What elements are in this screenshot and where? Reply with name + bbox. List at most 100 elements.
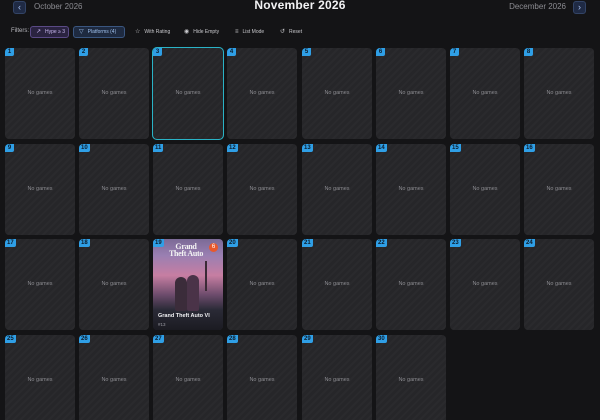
day-cell[interactable]: No games 26 xyxy=(79,335,149,420)
filters-label: Filters: xyxy=(11,28,29,34)
day-number: 5 xyxy=(302,48,311,56)
day-cell[interactable]: No games 12 xyxy=(227,144,297,235)
no-games-label: No games xyxy=(546,281,572,287)
day-cell[interactable]: No games 20 xyxy=(227,239,297,330)
palm-tree xyxy=(205,261,207,291)
next-month-label[interactable]: December 2026 xyxy=(509,2,566,11)
next-month-button[interactable]: › xyxy=(573,1,586,14)
no-games-label: No games xyxy=(398,281,424,287)
day-cell[interactable]: No games 23 xyxy=(450,239,520,330)
trend-icon: ↗ xyxy=(36,29,42,35)
day-cell[interactable]: No games 5 xyxy=(302,48,372,139)
day-cell[interactable]: No games 8 xyxy=(524,48,594,139)
no-games-label: No games xyxy=(324,90,350,96)
no-games-label: No games xyxy=(249,281,275,287)
hype-filter-chip[interactable]: ↗ Hype ≥ 3 xyxy=(30,26,69,38)
filter-bar: Filters: ↗ Hype ≥ 3 ▽ Platforms (4) ☆ Wi… xyxy=(0,26,600,38)
no-games-label: No games xyxy=(249,186,275,192)
day-cell[interactable]: No games 10 xyxy=(79,144,149,235)
chip-label: Hype ≥ 3 xyxy=(45,29,66,35)
no-games-label: No games xyxy=(27,281,53,287)
no-games-label: No games xyxy=(175,377,201,383)
day-cell[interactable]: No games 28 xyxy=(227,335,297,420)
day-number: 11 xyxy=(153,144,164,152)
character-figure xyxy=(187,275,199,311)
day-number: 4 xyxy=(227,48,236,56)
day-cell[interactable]: No games 3 xyxy=(152,47,224,140)
day-cell[interactable]: No games 22 xyxy=(376,239,446,330)
day-cell[interactable]: No games 15 xyxy=(450,144,520,235)
day-number: 6 xyxy=(376,48,385,56)
chip-label: Hide Empty xyxy=(193,29,220,35)
day-cell[interactable]: No games 9 xyxy=(5,144,75,235)
reset-icon: ↺ xyxy=(280,29,286,35)
month-header: ‹ October 2026 November 2026 December 20… xyxy=(0,0,600,18)
day-cell[interactable]: No games 17 xyxy=(5,239,75,330)
day-number: 13 xyxy=(302,144,313,152)
no-games-label: No games xyxy=(324,281,350,287)
with-rating-toggle[interactable]: ☆ With Rating xyxy=(129,26,176,38)
day-cell[interactable]: Grand Theft Auto 6 Grand Theft Auto VI #13 1… xyxy=(153,239,223,330)
hide-empty-toggle[interactable]: ◉ Hide Empty xyxy=(178,26,225,38)
day-number: 14 xyxy=(376,144,387,152)
day-number: 2 xyxy=(79,48,88,56)
chip-label: With Rating xyxy=(144,29,171,35)
day-number: 19 xyxy=(153,239,164,247)
day-cell[interactable]: No games 14 xyxy=(376,144,446,235)
day-cell[interactable]: No games 24 xyxy=(524,239,594,330)
day-number: 7 xyxy=(450,48,459,56)
day-cell[interactable]: No games 16 xyxy=(524,144,594,235)
day-cell[interactable]: No games 7 xyxy=(450,48,520,139)
no-games-label: No games xyxy=(27,90,53,96)
day-cell[interactable]: No games 30 xyxy=(376,335,446,420)
no-games-label: No games xyxy=(398,377,424,383)
day-cell[interactable]: No games 18 xyxy=(79,239,149,330)
no-games-label: No games xyxy=(472,90,498,96)
day-number: 30 xyxy=(376,335,387,343)
day-number: 23 xyxy=(450,239,461,247)
no-games-label: No games xyxy=(101,186,127,192)
day-cell[interactable]: No games 25 xyxy=(5,335,75,420)
day-cell[interactable]: No games 2 xyxy=(79,48,149,139)
no-games-label: No games xyxy=(249,90,275,96)
no-games-label: No games xyxy=(175,186,201,192)
day-number: 20 xyxy=(227,239,238,247)
day-number: 22 xyxy=(376,239,387,247)
day-number: 25 xyxy=(5,335,16,343)
day-number: 12 xyxy=(227,144,238,152)
no-games-label: No games xyxy=(324,377,350,383)
day-number: 18 xyxy=(79,239,90,247)
day-cell[interactable]: No games 1 xyxy=(5,48,75,139)
no-games-label: No games xyxy=(546,186,572,192)
no-games-label: No games xyxy=(27,377,53,383)
character-figure xyxy=(175,277,187,311)
day-cell[interactable]: No games 27 xyxy=(153,335,223,420)
list-mode-toggle[interactable]: ≡ List Mode xyxy=(229,26,270,38)
no-games-label: No games xyxy=(101,377,127,383)
day-number: 16 xyxy=(524,144,535,152)
chip-label: Reset xyxy=(289,29,303,35)
list-icon: ≡ xyxy=(235,29,239,35)
calendar-grid: No games 1 No games 2 No games 3 No games 4 No g… xyxy=(5,47,597,420)
game-logo-text: Grand Theft Auto xyxy=(168,242,204,258)
day-number: 8 xyxy=(524,48,533,56)
no-games-label: No games xyxy=(27,186,53,192)
day-number: 15 xyxy=(450,144,461,152)
day-cell[interactable]: No games 6 xyxy=(376,48,446,139)
day-cell[interactable]: No games 13 xyxy=(302,144,372,235)
game-title[interactable]: Grand Theft Auto VI xyxy=(158,313,210,319)
reset-button[interactable]: ↺ Reset xyxy=(274,26,308,38)
day-cell[interactable]: No games 4 xyxy=(227,48,297,139)
platforms-filter-chip[interactable]: ▽ Platforms (4) xyxy=(73,26,125,38)
day-number: 3 xyxy=(153,48,162,56)
hype-badge: 6 xyxy=(209,243,218,252)
day-number: 17 xyxy=(5,239,16,247)
day-cell[interactable]: No games 29 xyxy=(302,335,372,420)
day-number: 29 xyxy=(302,335,313,343)
day-cell[interactable]: No games 21 xyxy=(302,239,372,330)
eye-icon: ◉ xyxy=(184,29,190,35)
no-games-label: No games xyxy=(398,186,424,192)
filter-icon: ▽ xyxy=(79,29,84,35)
day-number: 10 xyxy=(79,144,90,152)
day-cell[interactable]: No games 11 xyxy=(153,144,223,235)
